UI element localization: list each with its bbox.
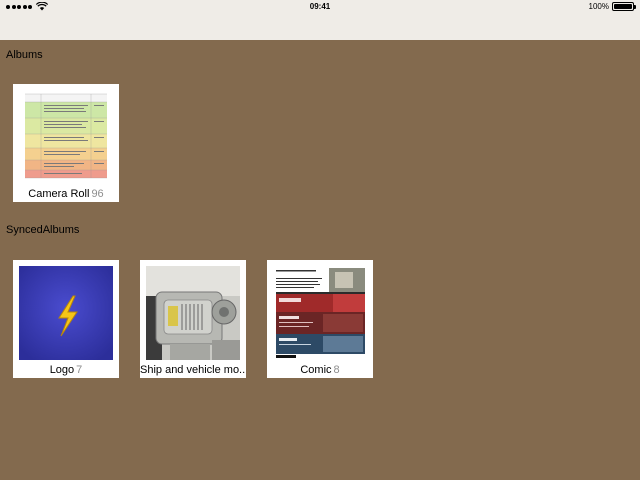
ship-vehicle-thumbnail (146, 266, 240, 360)
album-caption: Logo 7 (13, 364, 119, 376)
battery-level-fill (614, 4, 632, 9)
album-count: 8 (333, 364, 340, 376)
album-name: Ship and vehicle mo... (140, 364, 246, 376)
album-name: Comic (300, 364, 332, 376)
status-right: 100% (588, 2, 636, 11)
battery-icon (612, 2, 636, 11)
lightning-bolt-icon (19, 266, 113, 360)
status-bar: 09:41 100% (0, 0, 640, 40)
album-tile-ship-and-vehicle[interactable]: Ship and vehicle mo... (140, 260, 246, 378)
synced-albums-section-title: SyncedAlbums (6, 224, 80, 236)
album-count: 96 (91, 188, 104, 200)
album-caption: Ship and vehicle mo... (140, 364, 246, 376)
album-caption: Comic 8 (267, 364, 373, 376)
status-time: 09:41 (309, 2, 331, 11)
album-tile-comic[interactable]: Comic 8 (267, 260, 373, 378)
battery-percent: 100% (588, 2, 609, 11)
album-tile-camera-roll[interactable]: Camera Roll 96 (13, 84, 119, 202)
comic-page-image (273, 266, 367, 360)
logo-thumbnail (19, 266, 113, 360)
album-count: 7 (76, 364, 83, 376)
machinery-photo-image (146, 266, 240, 360)
albums-section-title: Albums (6, 49, 43, 61)
document-table-image (19, 90, 113, 184)
album-tile-logo[interactable]: Logo 7 (13, 260, 119, 378)
album-caption: Camera Roll 96 (13, 188, 119, 200)
camera-roll-thumbnail (19, 90, 113, 184)
album-name: Logo (49, 364, 75, 376)
album-name: Camera Roll (28, 188, 90, 200)
comic-thumbnail (273, 266, 367, 360)
